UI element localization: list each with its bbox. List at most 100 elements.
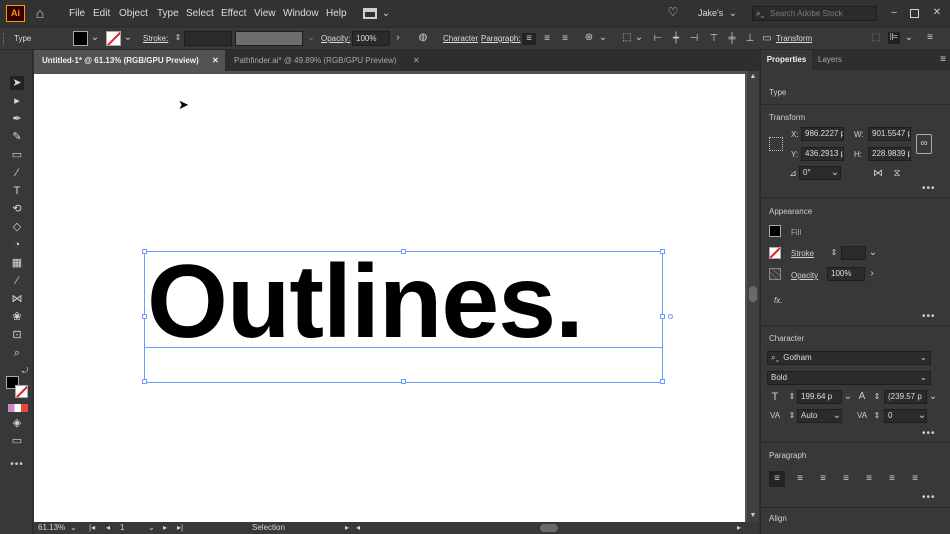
leading-field[interactable]: (239.57 p	[884, 390, 927, 404]
last-artboard-icon[interactable]: ▸|	[177, 522, 183, 534]
maximize-window-icon[interactable]	[910, 9, 919, 18]
current-tool-status[interactable]: Selection	[252, 522, 285, 534]
panel-menu-icon[interactable]: ≡	[924, 32, 936, 44]
stroke-label[interactable]: Stroke:	[143, 28, 168, 50]
menu-help[interactable]: Help	[326, 0, 347, 27]
tab-untitled-1[interactable]: Untitled-1* @ 61.13% (RGB/GPU Preview) ✕	[34, 50, 225, 71]
more-options-icon[interactable]: •••	[922, 311, 936, 322]
chevron-down-icon[interactable]: ⌄	[916, 410, 928, 422]
transform-panel-link[interactable]: Transform	[776, 28, 812, 50]
screen-mode-icon[interactable]: ▭	[10, 434, 24, 448]
align-left-icon[interactable]: ≡	[522, 33, 536, 45]
chevron-down-icon[interactable]: ⌄	[122, 32, 134, 44]
shape-builder-tool-icon[interactable]: ◔	[10, 238, 24, 252]
stroke-none-swatch[interactable]	[769, 247, 781, 259]
width-field[interactable]: 901.5547 p	[868, 127, 911, 141]
paragraph-panel-link[interactable]: Paragraph:	[481, 28, 521, 50]
menu-window[interactable]: Window	[283, 0, 319, 27]
workspace-switcher-icon[interactable]	[363, 8, 377, 19]
chevron-down-icon[interactable]: ⌄	[633, 32, 645, 44]
artboard-tool-icon[interactable]: ⊡	[10, 328, 24, 342]
align-left-icon[interactable]: ≡	[769, 471, 785, 487]
opacity-field[interactable]: 100%	[827, 267, 865, 281]
tracking-stepper[interactable]: ⇕	[871, 410, 883, 422]
chevron-right-icon[interactable]: ›	[866, 268, 878, 280]
align-objects-left-icon[interactable]: ⊢	[651, 33, 665, 45]
resize-handle-ml[interactable]	[142, 314, 147, 319]
constrain-proportions-icon[interactable]: ∞	[916, 134, 932, 154]
first-artboard-icon[interactable]: |◂	[89, 522, 95, 534]
pen-tool-icon[interactable]: ✒	[10, 112, 24, 126]
justify-left-icon[interactable]: ≡	[839, 473, 853, 485]
font-family-field[interactable]: ⌕⌄ Gotham ⌄	[767, 351, 931, 365]
opacity-label[interactable]: Opacity:	[321, 28, 350, 50]
prev-artboard-icon[interactable]: ◂	[106, 522, 110, 534]
fill-stroke-widget[interactable]	[6, 376, 30, 400]
symbol-sprayer-tool-icon[interactable]: ❀	[10, 310, 24, 324]
menu-type[interactable]: Type	[157, 0, 179, 27]
stroke-weight-stepper[interactable]: ⇕	[172, 32, 184, 44]
artboard-number-field[interactable]: 1	[120, 522, 124, 534]
panel-menu-icon[interactable]: ≡	[937, 54, 949, 66]
scroll-up-icon[interactable]: ▲	[747, 71, 759, 83]
fill-color-swatch[interactable]	[73, 31, 88, 46]
rectangle-tool-icon[interactable]: ▭	[10, 148, 24, 162]
align-right-icon[interactable]: ≡	[816, 473, 830, 485]
more-options-icon[interactable]: •••	[922, 492, 936, 503]
tab-properties[interactable]: Properties	[761, 50, 812, 70]
search-input[interactable]: Search Adobe Stock	[770, 7, 843, 20]
chevron-down-icon[interactable]: ⌄	[927, 391, 939, 403]
stock-search-box[interactable]: ⌕⌄ Search Adobe Stock	[752, 6, 877, 21]
recolor-artwork-icon[interactable]: ◍	[417, 32, 429, 44]
zoom-level-field[interactable]: 61.13%	[38, 522, 65, 534]
chevron-down-icon[interactable]: ⌄	[70, 522, 77, 534]
font-style-field[interactable]: Bold ⌄	[767, 371, 931, 385]
y-field[interactable]: 436.2913 p	[801, 147, 844, 161]
chevron-down-icon[interactable]: ⌄	[148, 522, 155, 534]
font-size-field[interactable]: 199.64 p	[797, 390, 842, 404]
lightbulb-icon[interactable]: ♡	[667, 6, 679, 18]
justify-right-icon[interactable]: ≡	[885, 473, 899, 485]
scroll-left-icon[interactable]: ◂	[356, 522, 360, 534]
more-options-icon[interactable]: •••	[922, 428, 936, 439]
character-panel-link[interactable]: Character	[443, 28, 478, 50]
zoom-tool-icon[interactable]: ⌕	[10, 346, 24, 360]
chevron-down-icon[interactable]: ⌄	[597, 32, 609, 44]
canvas-area[interactable]: ➤ Outlines.	[34, 71, 747, 522]
resize-handle-bc[interactable]	[401, 379, 406, 384]
chevron-down-icon[interactable]: ⌄	[831, 410, 843, 422]
curvature-tool-icon[interactable]: ✎	[10, 130, 24, 144]
align-right-icon[interactable]: ≡	[558, 33, 572, 45]
menu-effect[interactable]: Effect	[221, 0, 246, 27]
chevron-down-icon[interactable]: ⌄	[727, 8, 739, 20]
artboard[interactable]: ➤ Outlines.	[34, 74, 745, 522]
menu-edit[interactable]: Edit	[93, 0, 110, 27]
scroll-right-icon[interactable]: ▸	[737, 522, 741, 534]
type-on-path-icon[interactable]: ⊛	[583, 32, 595, 44]
selection-tool-icon[interactable]: ➤	[10, 76, 24, 90]
distribute-icon[interactable]: ▭	[760, 33, 774, 45]
flip-horizontal-icon[interactable]: ⋈	[872, 168, 884, 180]
flip-vertical-icon[interactable]: ⧖	[891, 168, 903, 180]
stroke-weight-stepper[interactable]: ⇕	[828, 247, 840, 259]
eraser-tool-icon[interactable]: ◇	[10, 220, 24, 234]
swap-colors-icon[interactable]: ⤾	[19, 365, 31, 377]
arrange-documents-icon[interactable]: ⊫	[888, 32, 900, 44]
horizontal-scroll-thumb[interactable]	[540, 524, 558, 532]
chevron-down-icon[interactable]: ⌄	[903, 32, 915, 44]
stroke-label[interactable]: Stroke	[791, 249, 814, 258]
next-artboard-icon[interactable]: ▸	[163, 522, 167, 534]
chevron-down-icon[interactable]: ⌄	[829, 167, 841, 179]
chevron-down-icon[interactable]: ⌄	[305, 32, 317, 44]
close-icon[interactable]: ✕	[413, 50, 420, 71]
fx-button[interactable]: fx.	[774, 296, 782, 305]
stroke-none-swatch[interactable]	[106, 31, 121, 46]
chevron-down-icon[interactable]: ⌄	[920, 352, 927, 364]
align-objects-top-icon[interactable]: ⊤	[707, 33, 721, 45]
chevron-down-icon[interactable]: ⌄	[867, 247, 879, 259]
width-tool-icon[interactable]: ⋈	[10, 292, 24, 306]
opacity-field[interactable]: 100%	[352, 31, 390, 46]
align-objects-hcenter-icon[interactable]: ┿	[669, 33, 683, 45]
resize-handle-bl[interactable]	[142, 379, 147, 384]
leading-stepper[interactable]: ⇕	[871, 391, 883, 403]
